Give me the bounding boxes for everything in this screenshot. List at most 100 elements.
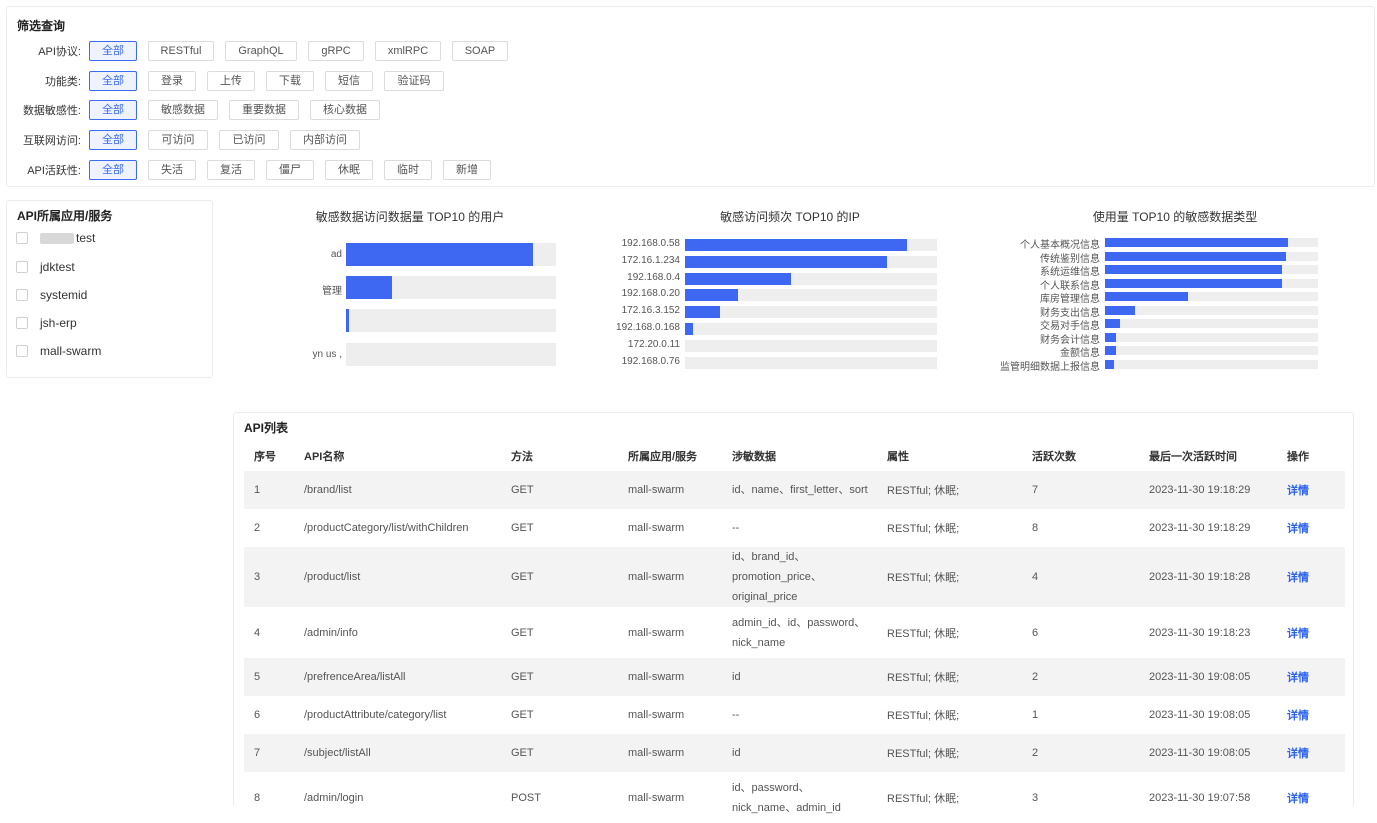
bar-label: 172.16.3.152	[621, 305, 680, 317]
filter-option-button[interactable]: 全部	[89, 130, 137, 150]
bar-track	[685, 306, 937, 319]
filter-option-button[interactable]: RESTful	[148, 41, 214, 61]
table-cell: /productCategory/list/withChildren	[294, 509, 501, 547]
cell-text: 3	[254, 571, 261, 583]
filter-option-button[interactable]: 全部	[89, 71, 137, 91]
table-cell: POST	[501, 772, 618, 823]
table-cell: 3	[244, 547, 294, 607]
detail-link[interactable]: 详情	[1277, 734, 1345, 772]
filter-option-button[interactable]: 验证码	[384, 71, 444, 91]
column-header: 序号	[254, 451, 276, 463]
cell-text: /brand/list	[304, 484, 352, 496]
table-row: 1/brand/list GET mall-swarm id、name、first_l…	[244, 471, 1345, 509]
cell-text: 2023-11-30 19:18:28	[1149, 571, 1251, 583]
filter-option-button[interactable]: 全部	[89, 160, 137, 180]
filter-option-button[interactable]: 核心数据	[310, 100, 380, 120]
app-filter-item[interactable]: mall-swarm	[16, 342, 101, 360]
filter-option-button[interactable]: 休眠	[325, 160, 373, 180]
filter-option-button[interactable]: 全部	[89, 100, 137, 120]
filter-option-button[interactable]: 新增	[443, 160, 491, 180]
filter-row-label: 数据敏感性:	[22, 105, 81, 117]
cell-text: GET	[511, 671, 534, 683]
detail-link-label[interactable]: 详情	[1287, 748, 1309, 760]
filter-option-button[interactable]: 下载	[266, 71, 314, 91]
detail-link-label[interactable]: 详情	[1287, 793, 1309, 805]
cell-text: --	[732, 709, 740, 721]
api-list-title: API列表	[244, 421, 289, 435]
cell-text: id、brand_id、promotion_price、original_pri…	[732, 551, 822, 603]
detail-link[interactable]: 详情	[1277, 772, 1345, 823]
detail-link-label[interactable]: 详情	[1287, 485, 1309, 497]
table-cell: --	[722, 509, 877, 547]
filter-option-button[interactable]: 短信	[325, 71, 373, 91]
detail-link[interactable]: 详情	[1277, 696, 1345, 734]
cell-text: /product/list	[304, 571, 361, 583]
detail-link-label[interactable]: 详情	[1287, 628, 1309, 640]
detail-link[interactable]: 详情	[1277, 509, 1345, 547]
filter-row-label: API协议:	[38, 46, 81, 58]
bar-label: ad	[330, 249, 342, 260]
filter-option-button[interactable]: gRPC	[308, 41, 364, 61]
cell-text: RESTful; 休眠;	[887, 748, 960, 760]
app-filter-item[interactable]: systemid	[16, 286, 87, 304]
table-cell: RESTful; 休眠;	[877, 547, 1022, 607]
table-cell: /admin/info	[294, 607, 501, 658]
bar-label: 172.20.0.11	[627, 338, 680, 350]
app-filter-panel: API所属应用/服务 test jdktest systemid jsh-erp mal…	[6, 200, 213, 378]
detail-link-label[interactable]: 详情	[1287, 710, 1309, 722]
filter-option-button[interactable]: 全部	[89, 41, 137, 61]
app-filter-item[interactable]: jsh-erp	[16, 314, 77, 332]
app-checkbox[interactable]	[16, 345, 28, 357]
filter-option-button[interactable]: 失活	[148, 160, 196, 180]
bar	[1105, 292, 1189, 301]
table-cell: 3	[1022, 772, 1139, 823]
filter-option-button[interactable]: 僵尸	[266, 160, 314, 180]
detail-link-label[interactable]: 详情	[1287, 672, 1309, 684]
filter-option-button[interactable]: 复活	[207, 160, 255, 180]
detail-link-label[interactable]: 详情	[1287, 572, 1309, 584]
filter-option-button[interactable]: 上传	[207, 71, 255, 91]
bar-track	[685, 323, 937, 335]
filter-option-button[interactable]: xmlRPC	[375, 41, 441, 61]
cell-text: /subject/listAll	[304, 747, 371, 759]
cell-text: 2023-11-30 19:18:29	[1149, 522, 1251, 534]
bar	[346, 309, 350, 332]
detail-link[interactable]: 详情	[1277, 607, 1345, 658]
table-cell: RESTful; 休眠;	[877, 471, 1022, 509]
filter-option-button[interactable]: 可访问	[148, 130, 208, 150]
cell-text: GET	[511, 571, 534, 583]
filter-option-button[interactable]: 临时	[384, 160, 432, 180]
table-cell: GET	[501, 471, 618, 509]
bar-track	[1105, 332, 1318, 342]
detail-link-label[interactable]: 详情	[1287, 523, 1309, 535]
cell-text: 4	[254, 626, 261, 639]
app-checkbox[interactable]	[16, 261, 28, 273]
cell-text: 6	[1032, 626, 1039, 639]
bar-track	[685, 272, 937, 285]
detail-link[interactable]: 详情	[1277, 547, 1345, 607]
detail-link[interactable]: 详情	[1277, 471, 1345, 509]
column-header: 方法	[511, 451, 533, 463]
filter-option-button[interactable]: GraphQL	[225, 41, 297, 61]
filter-option-button[interactable]: 敏感数据	[148, 100, 218, 120]
cell-text: /productAttribute/category/list	[304, 709, 447, 721]
filter-option-button[interactable]: 登录	[148, 71, 196, 91]
app-checkbox[interactable]	[16, 232, 28, 244]
app-checkbox[interactable]	[16, 289, 28, 301]
filter-row-label: API活跃性:	[27, 165, 81, 177]
detail-link[interactable]: 详情	[1277, 658, 1345, 696]
app-filter-item[interactable]: test	[16, 229, 95, 247]
filter-option-button[interactable]: 内部访问	[290, 130, 360, 150]
bar	[685, 323, 693, 335]
table-cell: GET	[501, 658, 618, 696]
table-cell: 5	[244, 658, 294, 696]
app-filter-item[interactable]: jdktest	[16, 258, 75, 276]
filter-option-button[interactable]: 重要数据	[229, 100, 299, 120]
bar	[1105, 346, 1116, 355]
filter-option-button[interactable]: SOAP	[452, 41, 508, 61]
app-checkbox[interactable]	[16, 317, 28, 329]
filter-option-button[interactable]: 已访问	[219, 130, 279, 150]
cell-text: id、password、nick_name、admin_id	[732, 781, 841, 814]
column-header: 操作	[1287, 451, 1309, 463]
table-cell: admin_id、id、password、nick_name	[722, 607, 877, 658]
